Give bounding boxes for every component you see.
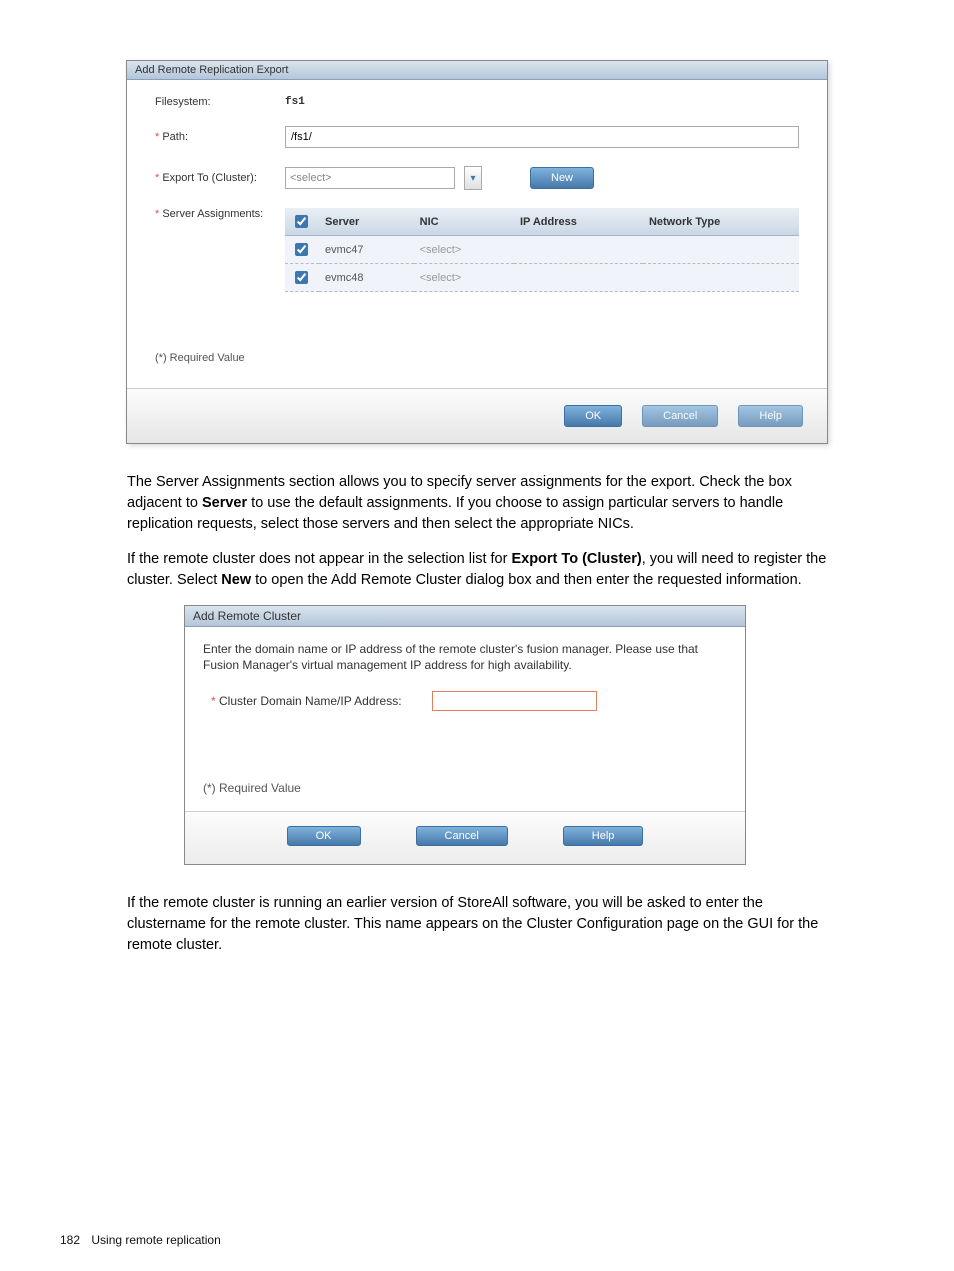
prose-paragraph: If the remote cluster does not appear in… bbox=[127, 549, 827, 591]
server-assign-row: * Server Assignments: Server NIC IP Addr… bbox=[155, 208, 799, 292]
add-remote-cluster-dialog: Add Remote Cluster Enter the domain name… bbox=[184, 605, 746, 865]
dialog-footer: OK Cancel Help bbox=[127, 388, 827, 443]
cell-nic[interactable]: <select> bbox=[414, 236, 514, 264]
filesystem-row: Filesystem: fs1 bbox=[155, 96, 799, 108]
cancel-button[interactable]: Cancel bbox=[642, 405, 718, 427]
export-to-row: * Export To (Cluster): <select> ▾ New bbox=[155, 166, 799, 190]
cell-ip bbox=[514, 236, 643, 264]
cluster-ip-row: * Cluster Domain Name/IP Address: bbox=[211, 691, 727, 711]
path-input[interactable] bbox=[285, 126, 799, 148]
row-check[interactable] bbox=[295, 271, 308, 284]
new-button[interactable]: New bbox=[530, 167, 594, 189]
col-server: Server bbox=[319, 208, 414, 236]
dialog-footer: OK Cancel Help bbox=[185, 811, 745, 864]
footer-section: Using remote replication bbox=[91, 1233, 220, 1247]
export-to-select[interactable]: <select> bbox=[285, 167, 455, 189]
col-nettype: Network Type bbox=[643, 208, 799, 236]
cell-ip bbox=[514, 264, 643, 292]
ok-button[interactable]: OK bbox=[287, 826, 361, 846]
help-button[interactable]: Help bbox=[738, 405, 803, 427]
prose-paragraph: If the remote cluster is running an earl… bbox=[127, 893, 827, 956]
server-assign-label: * Server Assignments: bbox=[155, 208, 285, 220]
cancel-button[interactable]: Cancel bbox=[416, 826, 508, 846]
table-row: evmc48 <select> bbox=[285, 264, 799, 292]
filesystem-label: Filesystem: bbox=[155, 96, 285, 108]
cell-nettype bbox=[643, 264, 799, 292]
server-assign-table: Server NIC IP Address Network Type evmc4… bbox=[285, 208, 799, 292]
page-footer: 182 Using remote replication bbox=[60, 1233, 221, 1247]
col-nic: NIC bbox=[414, 208, 514, 236]
add-export-dialog: Add Remote Replication Export Filesystem… bbox=[126, 60, 828, 444]
table-row: evmc47 <select> bbox=[285, 236, 799, 264]
chevron-down-icon[interactable]: ▾ bbox=[464, 166, 482, 190]
check-all[interactable] bbox=[295, 215, 308, 228]
cell-nettype bbox=[643, 236, 799, 264]
cell-server: evmc48 bbox=[319, 264, 414, 292]
row-check[interactable] bbox=[295, 243, 308, 256]
dialog-title: Add Remote Replication Export bbox=[127, 61, 827, 80]
export-to-label: * Export To (Cluster): bbox=[155, 172, 285, 184]
dialog-instruction: Enter the domain name or IP address of t… bbox=[203, 641, 727, 673]
cluster-ip-label: * Cluster Domain Name/IP Address: bbox=[211, 694, 402, 708]
prose-paragraph: The Server Assignments section allows yo… bbox=[127, 472, 827, 535]
cluster-ip-input[interactable] bbox=[432, 691, 597, 711]
col-ip: IP Address bbox=[514, 208, 643, 236]
path-label: * Path: bbox=[155, 131, 285, 143]
help-button[interactable]: Help bbox=[563, 826, 644, 846]
filesystem-value: fs1 bbox=[285, 96, 305, 108]
ok-button[interactable]: OK bbox=[564, 405, 622, 427]
page-number: 182 bbox=[60, 1233, 80, 1247]
dialog-title: Add Remote Cluster bbox=[185, 606, 745, 627]
required-note: (*) Required Value bbox=[155, 352, 799, 364]
cell-server: evmc47 bbox=[319, 236, 414, 264]
cell-nic[interactable]: <select> bbox=[414, 264, 514, 292]
required-note: (*) Required Value bbox=[203, 781, 727, 795]
path-row: * Path: bbox=[155, 126, 799, 148]
export-to-select-wrap: <select> ▾ New bbox=[285, 166, 594, 190]
